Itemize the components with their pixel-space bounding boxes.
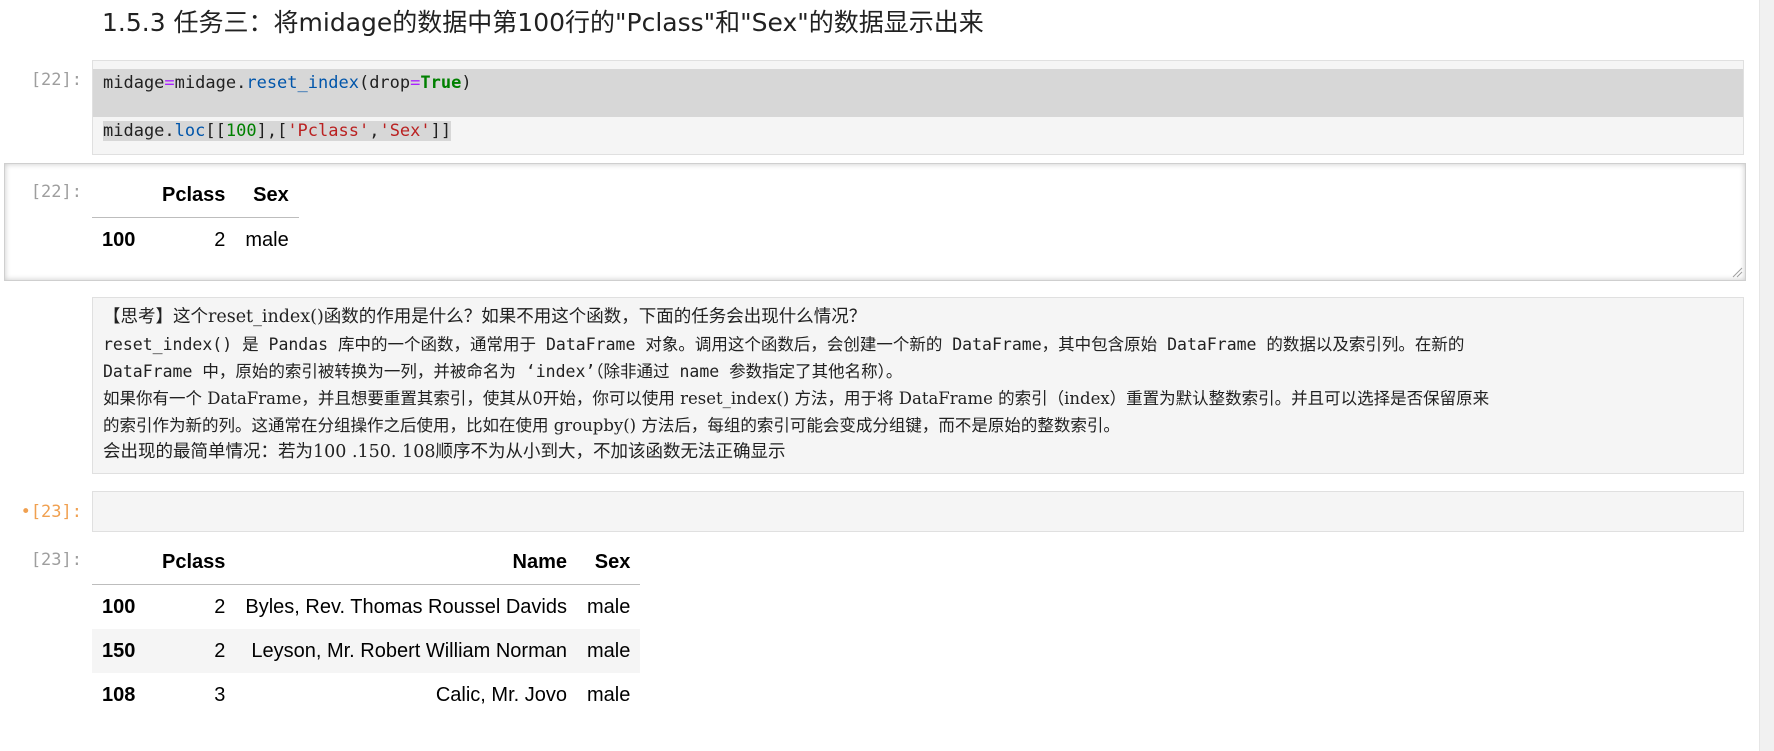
code-token-paren-open: (	[358, 73, 370, 93]
code-token-obj: midage	[103, 121, 165, 141]
cell-name: Calic, Mr. Jovo	[435, 683, 567, 706]
row-index: 100	[102, 595, 136, 618]
markdown-cell-thinking[interactable]: 【思考】这个reset_index()函数的作用是什么？如果不用这个函数，下面的…	[92, 297, 1744, 474]
table-row: 100 2 male	[92, 218, 299, 263]
code-token-dot: .	[236, 73, 247, 93]
cell-pclass: 3	[214, 683, 226, 706]
index-header	[92, 540, 152, 585]
code-token-string: 'Pclass'	[287, 121, 370, 141]
code-line-1: midage=midage.reset_index(drop=True)	[93, 69, 1743, 97]
cell-pclass: 2	[214, 639, 226, 662]
cell-name: Leyson, Mr. Robert William Norman	[251, 639, 567, 662]
code-token-string: 'Sex'	[379, 121, 431, 141]
dataframe-output-22: Pclass Sex 100 2 male	[92, 173, 299, 262]
cell-name: Byles, Rev. Thomas Roussel Davids	[245, 595, 567, 618]
input-prompt-23: •[23]:	[18, 502, 82, 522]
markdown-paragraph: 如果你有一个 DataFrame，并且想要重置其索引，使其从0开始，你可以使用 …	[103, 389, 1490, 408]
code-token-eq: =	[410, 73, 421, 93]
code-token-paren-close: )	[461, 73, 472, 93]
input-prompt-23-label: [23]:	[30, 502, 82, 522]
table-row: 150 2 Leyson, Mr. Robert William Norman …	[92, 629, 641, 673]
row-index: 150	[102, 639, 136, 662]
code-token-bracket: ],[	[256, 121, 288, 141]
row-index: 100	[102, 228, 136, 251]
markdown-paragraph: 的索引作为新的列。这通常在分组操作之后使用，比如在使用 groupby() 方法…	[103, 416, 1120, 435]
row-index: 108	[102, 683, 136, 706]
vertical-scrollbar[interactable]	[1759, 0, 1774, 751]
code-line-2: midage.loc[[100],['Pclass','Sex']]	[93, 117, 1743, 145]
cell-sex: male	[587, 639, 631, 662]
dataframe-table: Pclass Name Sex 100 2 Byles, Rev. Thomas…	[92, 540, 641, 717]
cell-sex: male	[587, 683, 631, 706]
code-token-arg: drop	[369, 73, 411, 93]
code-token-method: loc	[174, 121, 206, 141]
markdown-question: 【思考】这个reset_index()函数的作用是什么？如果不用这个函数，下面的…	[103, 307, 867, 327]
column-header-name: Name	[235, 540, 577, 585]
markdown-conclusion: 会出现的最简单情况：若为100 .150. 108顺序不为从小到大，不加该函数无…	[103, 442, 786, 462]
code-token-var: midage	[103, 73, 165, 93]
resize-grip-icon[interactable]	[1731, 266, 1743, 278]
table-header-row: Pclass Sex	[92, 173, 299, 218]
output-prompt-23: [23]:	[30, 550, 82, 570]
markdown-heading: 1.5.3 任务三：将midage的数据中第100行的"Pclass"和"Sex…	[102, 8, 984, 37]
table-row: 100 2 Byles, Rev. Thomas Roussel Davids …	[92, 585, 640, 630]
cell-sex: male	[245, 228, 289, 251]
code-token-dot: .	[164, 121, 175, 141]
column-header-pclass: Pclass	[152, 540, 236, 585]
cell-pclass: 2	[214, 228, 226, 251]
table-row: 108 3 Calic, Mr. Jovo male	[92, 673, 640, 717]
cell-sex: male	[587, 595, 631, 618]
code-token-bracket: ]]	[430, 121, 452, 141]
code-cell-23[interactable]	[92, 491, 1744, 532]
dataframe-output-23: Pclass Name Sex 100 2 Byles, Rev. Thomas…	[92, 540, 641, 717]
code-blank-line	[93, 97, 1743, 117]
code-cell-22[interactable]: midage=midage.reset_index(drop=True) mid…	[92, 60, 1744, 155]
input-prompt-22: [22]:	[30, 70, 82, 90]
dataframe-table: Pclass Sex 100 2 male	[92, 173, 299, 262]
code-token-bracket: [[	[205, 121, 226, 141]
code-token-keyword: True	[420, 73, 462, 93]
code-token-method: reset_index	[246, 73, 359, 93]
markdown-paragraph: reset_index() 是 Pandas 库中的一个函数，通常用于 Data…	[103, 335, 1465, 354]
column-header-sex: Sex	[577, 540, 641, 585]
code-token-obj: midage	[174, 73, 237, 93]
code-token-op: =	[164, 73, 175, 93]
column-header-pclass: Pclass	[152, 173, 236, 218]
code-token-comma: ,	[369, 121, 380, 141]
modified-dot-icon: •	[20, 502, 31, 522]
column-header-sex: Sex	[235, 173, 299, 218]
cell-pclass: 2	[214, 595, 226, 618]
code-token-number: 100	[225, 121, 257, 141]
markdown-paragraph: DataFrame 中，原始的索引被转换为一列，并被命名为 ‘index’（除非…	[103, 362, 903, 381]
output-prompt-22: [22]:	[30, 182, 82, 202]
index-header	[92, 173, 152, 218]
table-header-row: Pclass Name Sex	[92, 540, 641, 585]
